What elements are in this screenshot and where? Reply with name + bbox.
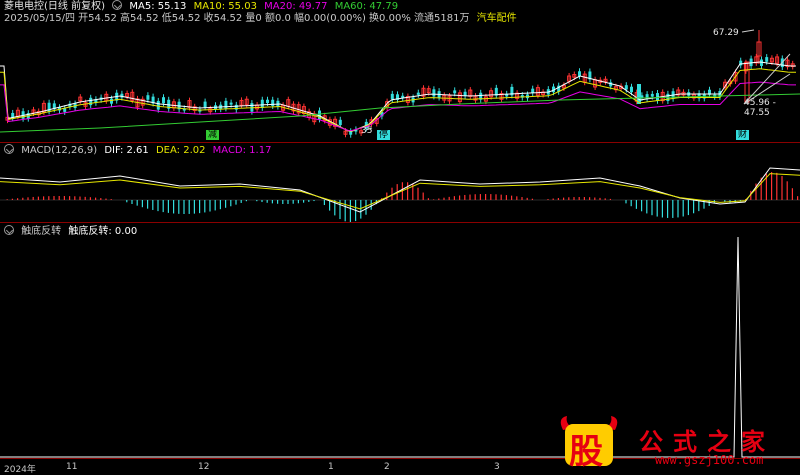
- candle-body: [349, 131, 353, 135]
- ma10-label: MA10: 55.03: [193, 1, 257, 12]
- logo-url: www.gszj100.com: [655, 453, 764, 467]
- macd-settings-icon[interactable]: [4, 144, 14, 154]
- axis-label-2: 2: [384, 462, 390, 472]
- reduce-tag[interactable]: 减: [206, 130, 220, 140]
- low-price-label: 35: [361, 126, 373, 136]
- price-panel[interactable]: [0, 24, 800, 142]
- watermark-logo: 股 公式之家 www.gszj100.com: [555, 410, 800, 474]
- ma60-label: MA60: 47.79: [334, 1, 399, 12]
- candle-body: [203, 101, 207, 108]
- range-label: 45.96 - 47.55: [744, 98, 776, 118]
- dif-line: [0, 167, 800, 213]
- logo-name: 公式之家: [639, 427, 775, 456]
- axis-label-3: 3: [494, 462, 500, 472]
- candle-body: [765, 57, 769, 62]
- candle-body: [146, 95, 150, 100]
- panel-divider-2[interactable]: [0, 222, 800, 223]
- candle-body: [224, 100, 228, 109]
- candle-body: [89, 97, 93, 106]
- candle-body: [162, 97, 165, 104]
- stock-name[interactable]: 菱电电控(日线 前复权): [4, 1, 105, 12]
- candle-body: [432, 89, 436, 97]
- high-pointer: [741, 29, 755, 33]
- candle-body: [578, 71, 581, 77]
- candle-body: [156, 100, 160, 110]
- candle-body: [271, 99, 275, 106]
- axis-label-12: 12: [198, 462, 210, 472]
- macd-value-label: MACD: 1.17: [212, 145, 272, 156]
- chart-window: 菱电电控(日线 前复权) MA5: 55.13 MA10: 55.03 MA20…: [0, 0, 800, 475]
- candle-body: [650, 93, 654, 97]
- panel-divider-1[interactable]: [0, 142, 800, 143]
- logo-big-char: 股: [569, 432, 603, 472]
- axis-label-year: 2024年: [4, 465, 36, 475]
- ma5-label: MA5: 55.13: [129, 1, 187, 12]
- candle-body: [630, 86, 633, 93]
- candle-body: [260, 99, 264, 108]
- axis-label-11: 11: [66, 462, 78, 472]
- settings-circle-icon[interactable]: [112, 0, 123, 10]
- candle-body: [266, 99, 269, 104]
- candle-body: [338, 119, 342, 126]
- price-header: 菱电电控(日线 前复权) MA5: 55.13 MA10: 55.03 MA20…: [4, 0, 402, 13]
- candle-body: [624, 85, 628, 90]
- macd-panel[interactable]: [0, 156, 800, 222]
- axis-label-1: 1: [328, 462, 334, 472]
- dif-label: DIF: 2.61: [104, 145, 149, 156]
- bar-info: 2025/05/15/四 开54.52 高54.52 低54.52 收54.52…: [4, 13, 470, 24]
- indicator-settings-icon[interactable]: [4, 225, 14, 235]
- candle-body: [390, 93, 394, 100]
- indicator-title[interactable]: 触底反转: [21, 226, 61, 237]
- candle-body: [229, 102, 233, 105]
- macd-title[interactable]: MACD(12,26,9): [21, 145, 97, 156]
- finance-tag[interactable]: 财: [736, 130, 750, 140]
- indicator-value: 触底反转: 0.00: [68, 226, 138, 237]
- dea-label: DEA: 2.02: [155, 145, 206, 156]
- ma20-line: [0, 81, 796, 132]
- candle-body: [453, 90, 457, 94]
- dea-line: [0, 173, 800, 210]
- high-price-label: 67.29: [713, 28, 739, 38]
- industry-label[interactable]: 汽车配件: [477, 13, 517, 24]
- halt-tag[interactable]: 停: [377, 130, 391, 140]
- candle-body: [416, 92, 420, 95]
- candle-body: [110, 98, 113, 104]
- ma20-label: MA20: 49.77: [264, 1, 328, 12]
